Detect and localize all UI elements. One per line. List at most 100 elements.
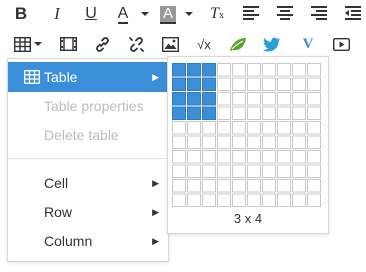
grid-cell[interactable] [217,92,231,106]
grid-cell[interactable] [247,106,261,120]
grid-cell[interactable] [292,135,306,149]
grid-cell[interactable] [262,63,276,77]
grid-cell[interactable] [262,92,276,106]
grid-cell[interactable] [217,63,231,77]
grid-cell[interactable] [187,164,201,178]
grid-cell[interactable] [217,77,231,91]
grid-cell[interactable] [277,179,291,193]
grid-cell[interactable] [187,77,201,91]
grid-cell[interactable] [202,92,216,106]
grid-cell[interactable] [292,150,306,164]
grid-cell[interactable] [307,150,321,164]
grid-cell[interactable] [292,92,306,106]
italic-button[interactable]: I [46,4,68,24]
twitter-button[interactable] [262,35,282,53]
grid-cell[interactable] [172,92,186,106]
grid-cell[interactable] [232,92,246,106]
grid-cell[interactable] [247,164,261,178]
grid-cell[interactable] [262,164,276,178]
grid-cell[interactable] [247,135,261,149]
grid-cell[interactable] [217,121,231,135]
grid-cell[interactable] [217,193,231,207]
grid-cell[interactable] [187,106,201,120]
grid-cell[interactable] [172,135,186,149]
bold-button[interactable]: B [10,4,32,24]
grid-cell[interactable] [232,121,246,135]
grid-cell[interactable] [202,193,216,207]
menu-item-cell[interactable]: Cell ▶ [8,168,168,198]
grid-cell[interactable] [172,179,186,193]
grid-cell[interactable] [232,150,246,164]
grid-cell[interactable] [172,106,186,120]
background-color-dropdown-caret[interactable] [185,12,193,16]
grid-cell[interactable] [187,92,201,106]
clear-formatting-button[interactable]: Tx [205,4,229,24]
grid-cell[interactable] [292,63,306,77]
grid-cell[interactable] [187,121,201,135]
grid-cell[interactable] [187,150,201,164]
grid-cell[interactable] [187,193,201,207]
grid-cell[interactable] [277,92,291,106]
grid-cell[interactable] [247,92,261,106]
grid-cell[interactable] [292,77,306,91]
grid-cell[interactable] [307,106,321,120]
grid-cell[interactable] [202,164,216,178]
grid-cell[interactable] [187,135,201,149]
grid-cell[interactable] [247,150,261,164]
grid-cell[interactable] [307,179,321,193]
grid-cell[interactable] [187,179,201,193]
underline-button[interactable]: U [80,4,102,24]
menu-item-row[interactable]: Row ▶ [8,197,168,227]
grid-cell[interactable] [292,121,306,135]
text-color-button[interactable]: A [112,4,134,26]
grid-cell[interactable] [202,63,216,77]
align-center-button[interactable] [276,5,294,21]
image-button[interactable] [160,35,180,53]
unlink-button[interactable] [126,35,146,53]
grid-cell[interactable] [247,77,261,91]
grid-cell[interactable] [217,179,231,193]
grid-cell[interactable] [172,150,186,164]
grid-cell[interactable] [292,164,306,178]
grid-cell[interactable] [277,106,291,120]
table-dropdown-caret[interactable] [34,42,42,46]
grid-cell[interactable] [232,77,246,91]
grid-cell[interactable] [277,121,291,135]
grid-cell[interactable] [292,179,306,193]
grid-cell[interactable] [217,106,231,120]
outdent-button[interactable] [344,5,362,21]
grid-cell[interactable] [202,77,216,91]
grid-cell[interactable] [307,193,321,207]
menu-item-table[interactable]: Table ▶ [8,62,168,92]
grid-cell[interactable] [262,121,276,135]
grid-cell[interactable] [202,135,216,149]
grid-cell[interactable] [262,77,276,91]
grid-cell[interactable] [307,135,321,149]
grid-cell[interactable] [307,77,321,91]
grid-cell[interactable] [307,92,321,106]
grid-cell[interactable] [307,164,321,178]
grid-cell[interactable] [247,121,261,135]
grid-cell[interactable] [217,135,231,149]
grid-cell[interactable] [172,77,186,91]
grid-cell[interactable] [277,150,291,164]
grid-cell[interactable] [262,150,276,164]
grid-cell[interactable] [172,121,186,135]
grid-cell[interactable] [202,106,216,120]
grid-cell[interactable] [232,179,246,193]
grid-cell[interactable] [247,179,261,193]
grid-cell[interactable] [172,164,186,178]
grid-cell[interactable] [262,135,276,149]
grid-cell[interactable] [172,63,186,77]
grid-cell[interactable] [172,193,186,207]
grid-cell[interactable] [307,63,321,77]
grid-cell[interactable] [277,164,291,178]
align-right-button[interactable] [310,5,328,21]
grid-cell[interactable] [232,106,246,120]
grid-cell[interactable] [217,164,231,178]
media-button[interactable] [58,35,78,53]
grid-cell[interactable] [202,179,216,193]
grid-cell[interactable] [232,135,246,149]
grid-cell[interactable] [262,179,276,193]
grid-cell[interactable] [307,121,321,135]
